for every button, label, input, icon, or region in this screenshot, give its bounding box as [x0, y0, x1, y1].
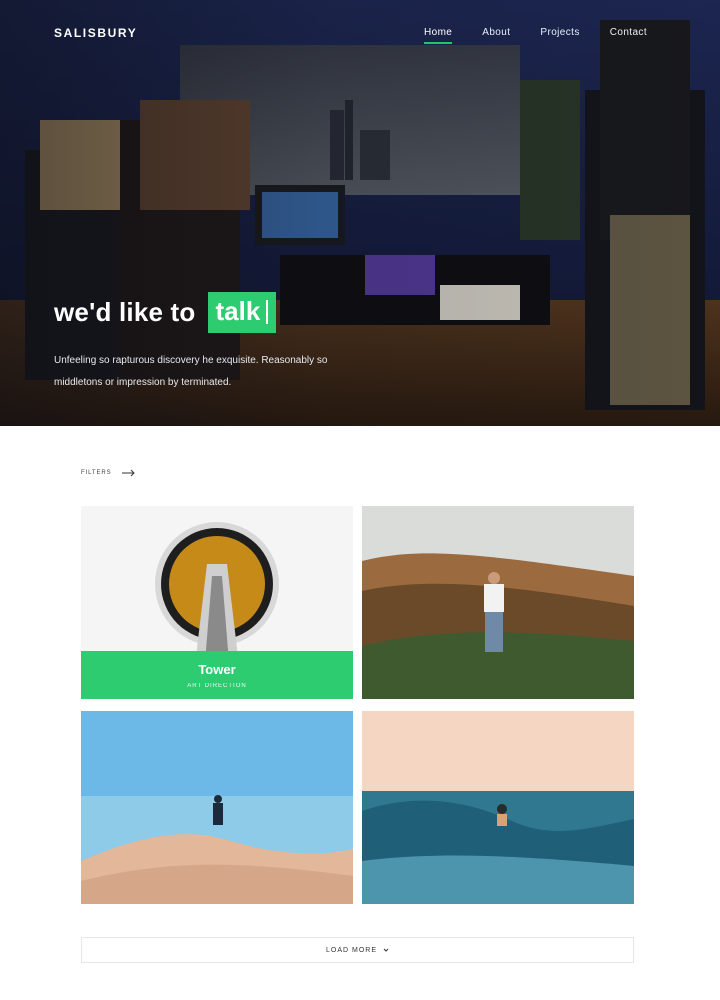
- portfolio-item-title: Tower: [198, 662, 236, 677]
- hero-section: SALISBURY Home About Projects Contact we…: [0, 0, 720, 426]
- desert-image: [81, 711, 353, 904]
- headline-lead-text: we'd like to: [54, 297, 196, 327]
- load-more-button[interactable]: LOAD MORE: [81, 937, 634, 963]
- portfolio-grid: Tower ART DIRECTION: [81, 506, 634, 904]
- top-navigation-bar: SALISBURY Home About Projects Contact: [0, 0, 720, 64]
- hero-subtitle: Unfeeling so rapturous discovery he exqu…: [54, 355, 328, 388]
- surf-image: [362, 711, 634, 904]
- brand-logo[interactable]: SALISBURY: [54, 26, 137, 40]
- filters-toggle[interactable]: FILTERS: [81, 469, 136, 477]
- headline-highlight-text: talk: [215, 296, 261, 326]
- load-more-label: LOAD MORE: [325, 946, 377, 954]
- portfolio-item-category: ART DIRECTION: [187, 683, 247, 689]
- portfolio-item-hiker[interactable]: [362, 506, 634, 699]
- chevron-down-icon: [383, 948, 389, 952]
- nav-item-about[interactable]: About: [482, 27, 510, 44]
- portfolio-item-overlay: Tower ART DIRECTION: [81, 651, 353, 699]
- hiker-image: [362, 506, 634, 699]
- typing-cursor: [266, 299, 269, 324]
- headline-highlight: talk: [207, 292, 277, 333]
- portfolio-item-surf[interactable]: [362, 711, 634, 904]
- portfolio-item-desert[interactable]: [81, 711, 353, 904]
- nav-item-projects[interactable]: Projects: [540, 27, 579, 44]
- portfolio-item-tower[interactable]: Tower ART DIRECTION: [81, 506, 353, 699]
- hero-headline: we'd like to talk: [54, 292, 277, 333]
- nav-item-contact[interactable]: Contact: [610, 27, 647, 44]
- arrow-right-icon: [121, 469, 135, 477]
- main-nav: Home About Projects Contact: [423, 27, 647, 44]
- filters-label: FILTERS: [81, 470, 112, 476]
- nav-item-home[interactable]: Home: [423, 27, 453, 44]
